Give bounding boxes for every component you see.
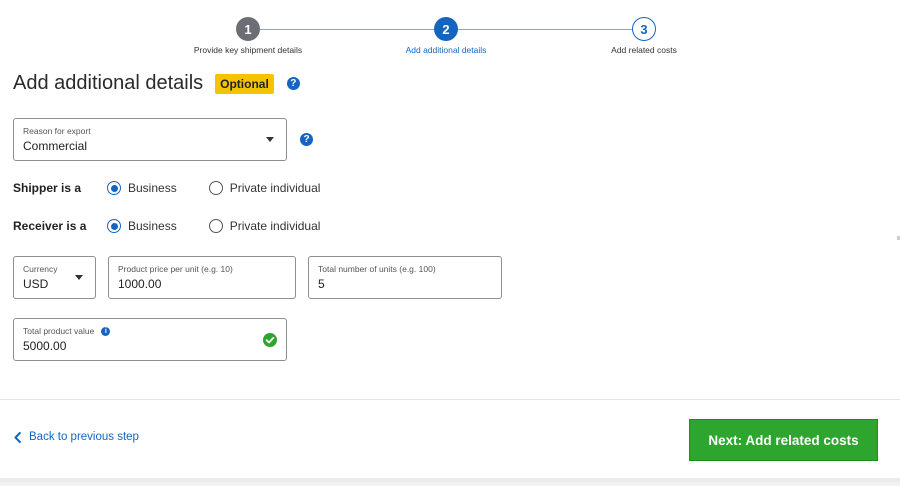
total-product-value-field[interactable]: Total product value i 5000.00 — [13, 318, 287, 361]
currency-label: Currency — [23, 264, 58, 274]
info-icon[interactable]: i — [101, 326, 111, 336]
total-product-value-label: Total product value i — [23, 326, 111, 336]
footer-divider — [0, 399, 900, 400]
chevron-left-icon — [14, 431, 21, 443]
unit-price-label: Product price per unit (e.g. 10) — [118, 264, 233, 274]
step-3-number: 3 — [632, 17, 656, 41]
radio-checked-icon — [107, 219, 121, 233]
optional-badge: Optional — [215, 73, 274, 94]
reason-for-export-select[interactable]: Reason for export Commercial — [13, 118, 287, 161]
chevron-down-icon — [266, 137, 274, 142]
step-1-number: 1 — [236, 17, 260, 41]
step-1[interactable]: 1 Provide key shipment details — [168, 17, 328, 55]
page-title: Add additional details — [13, 72, 204, 94]
shipper-type-label: Shipper is a — [13, 181, 82, 195]
currency-select[interactable]: Currency USD — [13, 256, 96, 299]
unit-price-input[interactable]: Product price per unit (e.g. 10) 1000.00 — [108, 256, 296, 299]
title-row: Add additional details Optional ? — [13, 72, 300, 95]
step-2-number: 2 — [434, 17, 458, 41]
back-to-previous-step-link[interactable]: Back to previous step — [14, 431, 139, 443]
receiver-business-label: Business — [128, 219, 177, 233]
bottom-edge-shadow — [0, 478, 900, 486]
shipper-private-label: Private individual — [229, 181, 321, 195]
radio-unchecked-icon — [208, 219, 223, 233]
total-units-label: Total number of units (e.g. 100) — [318, 264, 436, 274]
currency-value: USD — [23, 277, 49, 291]
total-units-value: 5 — [318, 277, 325, 291]
reason-for-export-value: Commercial — [23, 139, 88, 153]
shipper-business-radio[interactable]: Business — [107, 181, 177, 195]
step-3: 3 Add related costs — [564, 17, 724, 55]
step-1-label: Provide key shipment details — [193, 45, 303, 55]
shipper-type-group: Shipper is a Business Private individual — [13, 181, 320, 195]
receiver-private-label: Private individual — [229, 219, 321, 233]
radio-unchecked-icon — [208, 181, 223, 195]
step-2: 2 Add additional details — [366, 17, 526, 55]
receiver-business-radio[interactable]: Business — [107, 219, 177, 233]
progress-stepper: 1 Provide key shipment details 2 Add add… — [0, 0, 900, 64]
receiver-type-group: Receiver is a Business Private individua… — [13, 219, 320, 233]
unit-price-value: 1000.00 — [118, 277, 162, 291]
chevron-down-icon — [75, 275, 83, 280]
check-circle-icon — [263, 333, 277, 347]
shipper-private-radio[interactable]: Private individual — [208, 181, 321, 195]
total-product-value-label-text: Total product value — [23, 326, 95, 336]
help-icon[interactable]: ? — [286, 77, 300, 90]
step-2-label: Add additional details — [405, 45, 487, 55]
receiver-private-radio[interactable]: Private individual — [208, 219, 321, 233]
back-link-label: Back to previous step — [29, 431, 139, 443]
help-icon[interactable]: ? — [300, 133, 313, 146]
total-units-input[interactable]: Total number of units (e.g. 100) 5 — [308, 256, 502, 299]
total-product-value-value: 5000.00 — [23, 339, 67, 353]
shipper-business-label: Business — [128, 181, 177, 195]
reason-for-export-label: Reason for export — [23, 126, 91, 136]
step-3-label: Add related costs — [611, 45, 677, 55]
receiver-type-label: Receiver is a — [13, 219, 87, 233]
radio-checked-icon — [107, 181, 121, 195]
next-add-related-costs-button[interactable]: Next: Add related costs — [689, 419, 878, 461]
